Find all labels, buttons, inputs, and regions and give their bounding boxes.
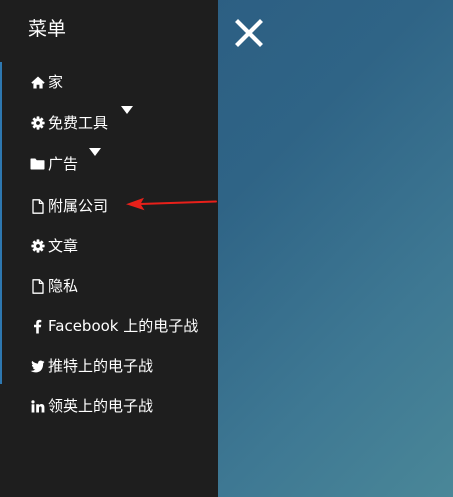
menu-item-home[interactable]: 家 <box>30 72 63 92</box>
annotation-arrow <box>126 197 217 211</box>
menu-item-free-tools[interactable]: 免费工具 <box>30 113 108 133</box>
menu-item-label: 家 <box>48 73 64 91</box>
menu-item-label: 免费工具 <box>48 114 109 132</box>
menu-item-twitter[interactable]: 推特上的电子战 <box>30 356 153 376</box>
menu-item-label: 推特上的电子战 <box>48 357 154 375</box>
menu-item-linkedin[interactable]: 领英上的电子战 <box>30 396 153 416</box>
menu-item-label: 领英上的电子战 <box>48 397 154 415</box>
gear-icon <box>30 115 45 131</box>
menu-item-label: 文章 <box>48 237 79 255</box>
side-menu: 菜单 家 免费工具 广告 附属公司 文章 隐私 Facebook 上的电子战 推… <box>0 0 218 497</box>
close-icon <box>235 19 263 47</box>
facebook-icon <box>30 318 45 334</box>
menu-accent-bar <box>0 62 2 384</box>
file-icon <box>30 198 45 214</box>
gear-icon <box>30 238 45 254</box>
ads-dropdown-caret[interactable] <box>89 148 101 156</box>
menu-item-ads[interactable]: 广告 <box>30 154 78 174</box>
menu-item-label: 附属公司 <box>48 197 109 215</box>
menu-item-privacy[interactable]: 隐私 <box>30 276 78 296</box>
menu-item-affiliates[interactable]: 附属公司 <box>30 196 108 216</box>
free-tools-dropdown-caret[interactable] <box>121 106 133 114</box>
folder-icon <box>30 156 45 172</box>
menu-item-facebook[interactable]: Facebook 上的电子战 <box>30 316 198 336</box>
page: 菜单 家 免费工具 广告 附属公司 文章 隐私 Facebook 上的电子战 推… <box>0 0 453 497</box>
menu-item-label: Facebook 上的电子战 <box>48 317 199 335</box>
menu-item-articles[interactable]: 文章 <box>30 236 78 256</box>
home-icon <box>30 74 45 90</box>
file-icon <box>30 278 45 294</box>
menu-item-label: 广告 <box>48 155 79 173</box>
menu-title: 菜单 <box>28 18 67 40</box>
linkedin-icon <box>30 398 45 414</box>
menu-item-label: 隐私 <box>48 277 79 295</box>
twitter-icon <box>30 358 45 374</box>
close-button[interactable] <box>233 17 265 49</box>
